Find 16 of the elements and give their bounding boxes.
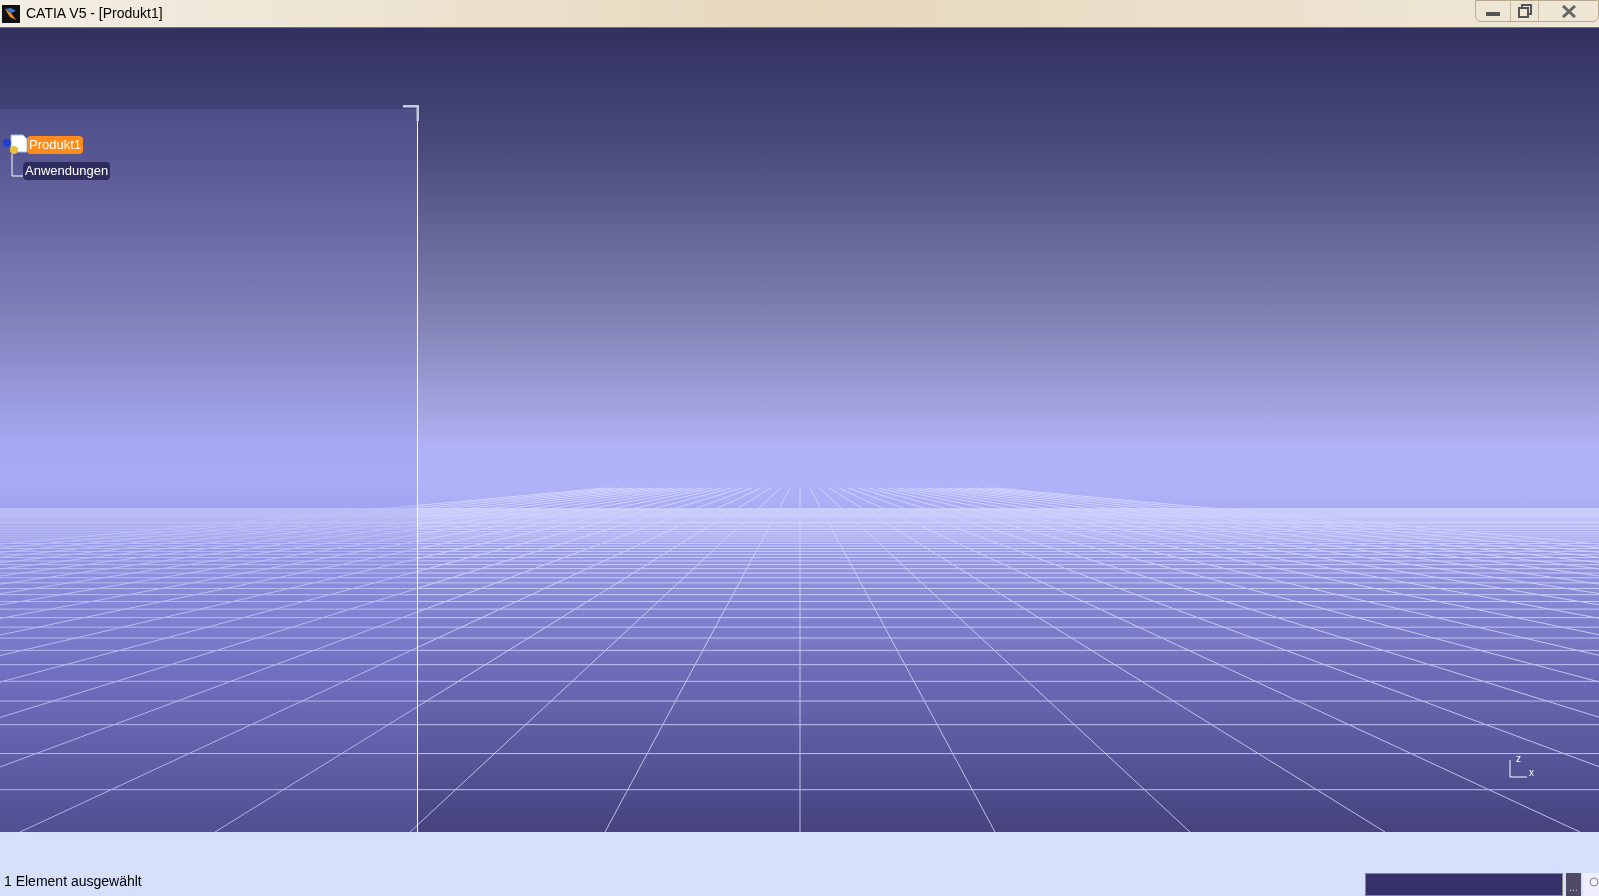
tool-icon [1583,873,1599,896]
close-icon [1561,4,1576,18]
axis-compass-icon [1509,760,1527,778]
minimize-icon [1486,12,1500,16]
3d-viewport[interactable]: Produkt1 Anwendungen z x [0,28,1599,832]
axis-label: z [1516,754,1521,764]
restore-icon [1517,4,1532,18]
command-button[interactable]: ... [1566,873,1581,896]
status-message: 1 Element ausgewählt [4,872,142,891]
panel-corner-icon [403,105,419,121]
tree-node[interactable]: Anwendungen [23,162,111,180]
axis-label: x [1529,768,1534,778]
command-input-field[interactable] [1365,873,1563,896]
tree-connector-icon [11,154,23,180]
window-title: CATIA V5 - [Produkt1] [26,4,163,23]
app-logo-icon [2,4,20,23]
